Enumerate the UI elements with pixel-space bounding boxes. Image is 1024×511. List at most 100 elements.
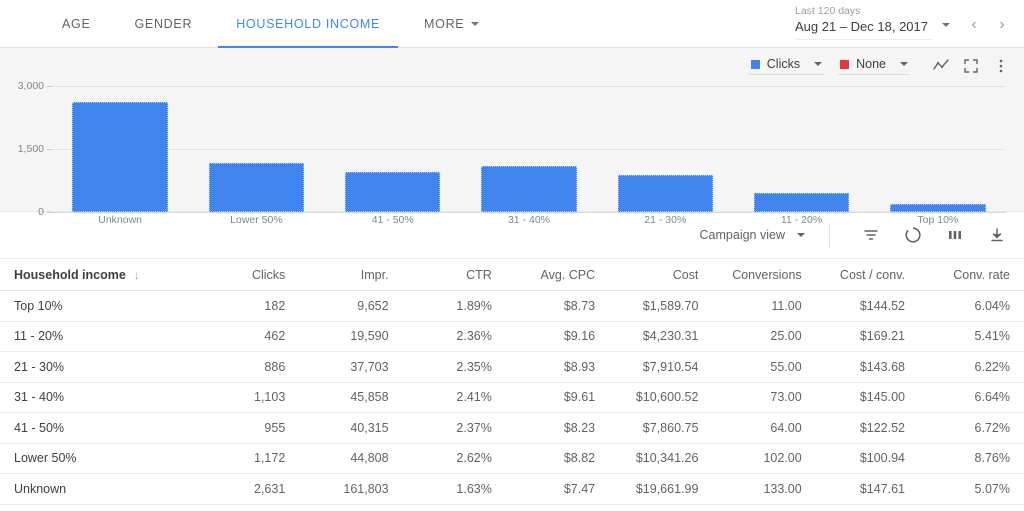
table-cell: 8.76%: [919, 443, 1024, 474]
bar-column[interactable]: [325, 86, 461, 212]
campaign-view-label: Campaign view: [699, 228, 785, 242]
secondary-metric-selector[interactable]: None: [838, 57, 910, 75]
x-axis-tick-label: Top 10%: [917, 214, 959, 226]
table-cell: 40,315: [299, 412, 403, 444]
tab-label: GENDER: [134, 17, 193, 31]
column-header-ctr[interactable]: CTR: [402, 258, 506, 291]
chart-bar[interactable]: [753, 192, 850, 212]
column-header-avg-cpc[interactable]: Avg. CPC: [505, 258, 610, 291]
bar-chart: 0 1,500 3,000 Unknown Lower 50% 41 - 50% 31 -…: [0, 80, 1024, 226]
table-cell: 5.41%: [919, 321, 1024, 352]
table-row[interactable]: 21 - 30% 886 37,703 2.35% $8.93 $7,910.54 55.0…: [0, 351, 1024, 383]
table-row[interactable]: Top 10% 182 9,652 1.89% $8.73 $1,589.70 11.00 $…: [0, 290, 1024, 322]
table-cell: $144.52: [815, 290, 919, 322]
table-cell: 2.41%: [402, 382, 506, 413]
table-cell: $143.68: [815, 351, 919, 383]
table-cell: $145.00: [815, 382, 919, 413]
table-cell: $122.52: [815, 412, 919, 444]
column-header-household-income[interactable]: Household income ↓: [0, 258, 196, 291]
table-cell: 1,172: [196, 443, 300, 474]
chart-overflow-menu-button[interactable]: [988, 53, 1014, 79]
column-header-label: Avg. CPC: [540, 267, 596, 282]
tab-label: AGE: [62, 17, 91, 31]
table-row[interactable]: Lower 50% 1,172 44,808 2.62% $8.82 $10,341.26…: [0, 443, 1024, 474]
table-cell: 31 - 40%: [0, 382, 196, 413]
table-cell: 6.64%: [919, 382, 1024, 413]
table-cell: 2.36%: [402, 321, 506, 352]
y-axis-tick-label: 0: [38, 206, 44, 218]
chevron-down-icon: [900, 62, 908, 66]
table-cell: 133.00: [712, 473, 816, 505]
table-cell: 1,103: [196, 382, 300, 413]
tab-household-income[interactable]: HOUSEHOLD INCOME: [214, 0, 402, 48]
table-cell: $8.82: [505, 443, 610, 474]
table-cell: 1.63%: [402, 473, 506, 505]
secondary-metric-color-swatch: [840, 59, 850, 69]
table-cell: 6.72%: [919, 412, 1024, 444]
table-cell: $8.93: [505, 351, 610, 383]
table-cell: Top 10%: [0, 290, 196, 322]
chevron-down-icon: [797, 233, 805, 237]
chart-bar[interactable]: [72, 101, 168, 212]
table-cell: $7.47: [505, 473, 610, 505]
table-cell: 2.35%: [402, 351, 506, 383]
table-cell: 102.00: [712, 443, 816, 474]
column-header-label: Impr.: [360, 267, 389, 282]
x-axis-tick-label: Lower 50%: [230, 214, 283, 226]
primary-metric-selector[interactable]: Clicks: [748, 57, 825, 75]
sort-descending-icon: ↓: [133, 267, 140, 282]
tab-age[interactable]: AGE: [40, 0, 113, 48]
column-header-cost-conv[interactable]: Cost / conv.: [815, 258, 919, 291]
table-body: Top 10% 182 9,652 1.89% $8.73 $1,589.70 11.00 $…: [0, 290, 1024, 505]
column-header-conv-rate[interactable]: Conv. rate: [919, 258, 1024, 291]
table-row[interactable]: 41 - 50% 955 40,315 2.37% $8.23 $7,860.75 64.0…: [0, 412, 1024, 444]
tab-more[interactable]: MORE: [402, 0, 501, 48]
column-header-clicks[interactable]: Clicks: [196, 258, 300, 291]
chart-bar[interactable]: [345, 171, 441, 212]
bar-column[interactable]: [461, 86, 597, 212]
table-cell: $169.21: [815, 321, 919, 352]
household-income-table: Household income ↓ Clicks Impr. CTR Avg. CPC C…: [0, 258, 1024, 505]
line-chart-toggle-button[interactable]: [928, 53, 954, 79]
table-row[interactable]: 11 - 20% 462 19,590 2.36% $9.16 $4,230.31 25.0…: [0, 321, 1024, 352]
secondary-metric-label: None: [856, 57, 886, 71]
next-period-button[interactable]: ›: [988, 11, 1016, 39]
previous-period-button[interactable]: ‹: [960, 11, 988, 39]
table-cell: $10,600.52: [609, 382, 713, 413]
campaign-view-selector[interactable]: Campaign view: [700, 228, 807, 242]
bar-column[interactable]: [870, 86, 1006, 212]
bar-column[interactable]: [597, 86, 733, 212]
chart-bar[interactable]: [617, 174, 713, 212]
chart-bar[interactable]: [890, 204, 986, 212]
table-cell: 73.00: [712, 382, 816, 413]
bar-column[interactable]: [52, 86, 188, 212]
column-header-impr[interactable]: Impr.: [299, 258, 403, 291]
table-cell: 9,652: [299, 290, 403, 322]
date-range-picker[interactable]: Last 120 days Aug 21 – Dec 18, 2017 ‹ ›: [795, 4, 1016, 40]
bar-column[interactable]: [733, 86, 869, 212]
table-cell: 2.37%: [402, 412, 506, 444]
table-cell: $10,341.26: [609, 443, 713, 474]
column-header-cost[interactable]: Cost: [609, 258, 713, 291]
chart-toolbar: Clicks None: [748, 52, 1014, 80]
date-range-text: Last 120 days Aug 21 – Dec 18, 2017: [795, 4, 938, 40]
tab-gender[interactable]: GENDER: [113, 0, 215, 48]
table-cell: 37,703: [299, 351, 403, 383]
table-row[interactable]: 31 - 40% 1,103 45,858 2.41% $9.61 $10,600.52 7…: [0, 382, 1024, 413]
date-range-dropdown-toggle[interactable]: [938, 16, 960, 40]
bar-column[interactable]: [188, 86, 324, 212]
chart-bar[interactable]: [481, 165, 577, 212]
table-row[interactable]: Unknown 2,631 161,803 1.63% $7.47 $19,661.99 1…: [0, 473, 1024, 505]
table-cell: 182: [196, 290, 300, 322]
table-cell: 5.07%: [919, 473, 1024, 505]
tab-label: HOUSEHOLD INCOME: [236, 17, 381, 31]
column-header-conversions[interactable]: Conversions: [712, 258, 816, 291]
date-range-value[interactable]: Aug 21 – Dec 18, 2017: [795, 18, 932, 40]
chart-bar[interactable]: [208, 162, 305, 212]
table-cell: 21 - 30%: [0, 351, 196, 383]
table-cell: Unknown: [0, 473, 196, 505]
expand-fullscreen-button[interactable]: [958, 53, 984, 79]
chart-bars: [52, 86, 1006, 212]
chevron-down-icon: [471, 22, 480, 26]
column-header-label: Cost / conv.: [839, 267, 905, 282]
